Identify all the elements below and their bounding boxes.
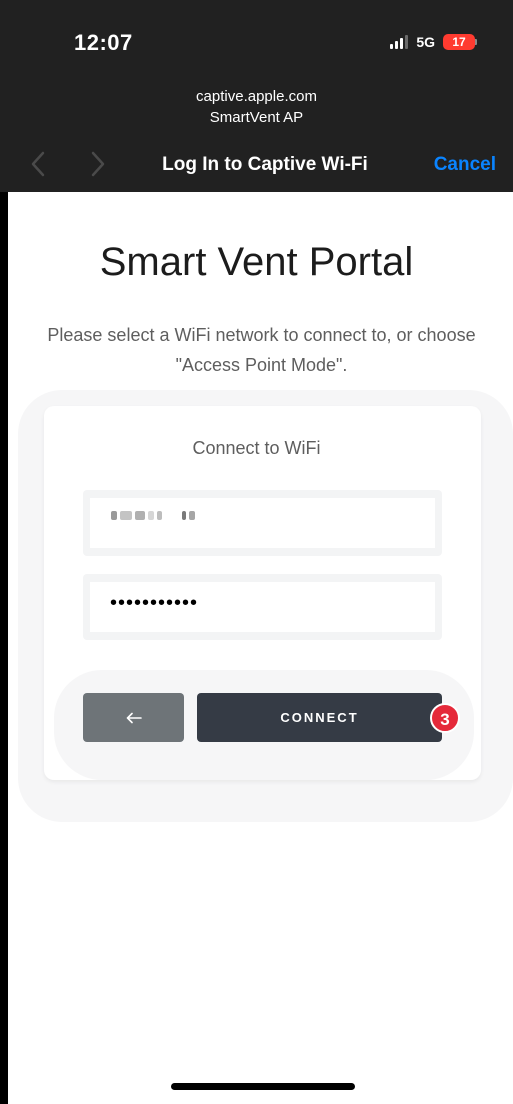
battery-icon: 17 (443, 34, 477, 50)
cancel-button[interactable]: Cancel (434, 154, 496, 176)
battery-level: 17 (443, 34, 475, 50)
arrow-left-icon (126, 712, 142, 723)
status-time: 12:07 (74, 30, 133, 55)
network-type-label: 5G (416, 34, 435, 50)
ssid-field-container (83, 490, 442, 556)
screen-edge (0, 192, 8, 1104)
ssid-input[interactable] (90, 498, 435, 548)
screen: 12:07 5G 17 captive.apple.com SmartVent … (0, 0, 513, 1104)
portal-url: captive.apple.com (196, 88, 317, 105)
password-input[interactable] (90, 582, 435, 632)
cellular-signal-icon (390, 35, 409, 49)
portal-title: Smart Vent Portal (99, 240, 414, 284)
status-indicators: 5G 17 (390, 34, 477, 50)
card-heading: Connect to WiFi (192, 438, 321, 458)
redacted-ssid (111, 511, 195, 520)
password-field-container: ••••••••••• (83, 574, 442, 640)
step-badge: 3 (430, 703, 460, 733)
back-button[interactable] (83, 693, 184, 742)
captive-portal-header: 12:07 5G 17 captive.apple.com SmartVent … (0, 0, 513, 192)
chevron-left-icon[interactable] (26, 148, 50, 180)
portal-instruction: Please select a WiFi network to connect … (47, 325, 476, 375)
page-title: Log In to Captive Wi-Fi (162, 154, 368, 175)
network-name: SmartVent AP (209, 109, 304, 126)
connect-button[interactable]: CONNECT (197, 693, 442, 742)
home-indicator[interactable] (171, 1083, 355, 1090)
chevron-right-icon[interactable] (86, 148, 110, 180)
